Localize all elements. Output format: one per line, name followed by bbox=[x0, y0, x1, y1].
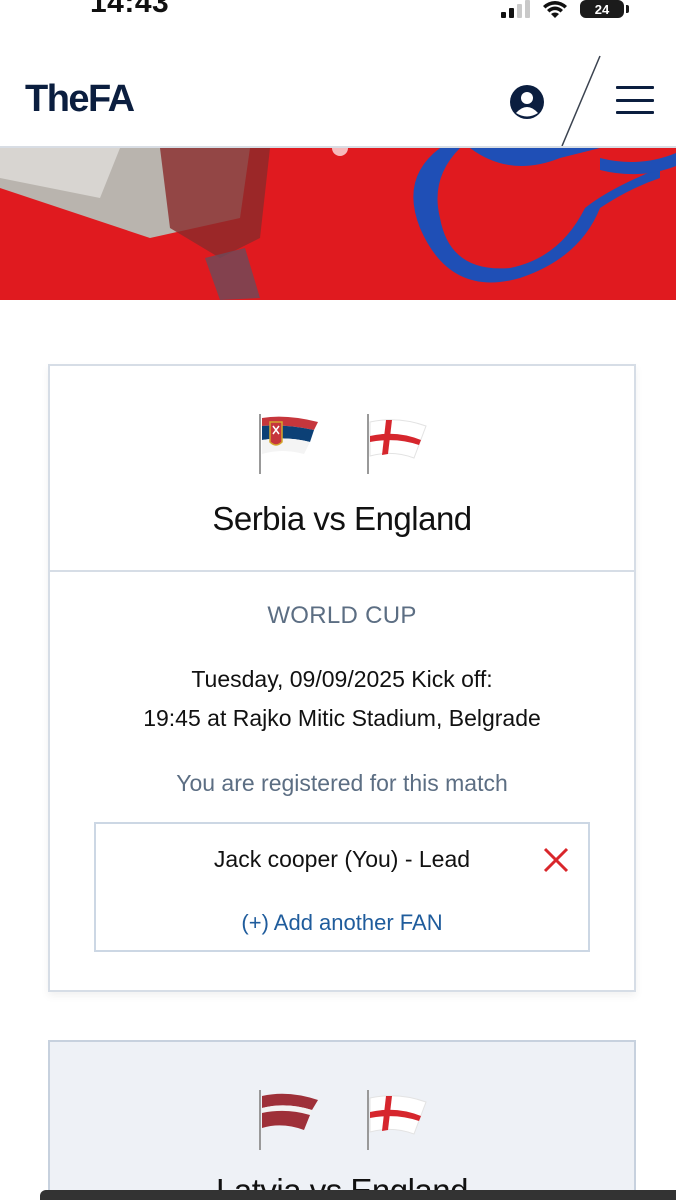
wifi-icon bbox=[543, 1, 567, 18]
fan-list: Jack cooper (You) - Lead (+) Add another… bbox=[94, 822, 590, 952]
header-divider bbox=[561, 55, 601, 146]
england-flag-icon bbox=[367, 414, 427, 474]
account-icon[interactable] bbox=[509, 84, 545, 120]
kickoff-venue: 19:45 at Rajko Mitic Stadium, Belgrade bbox=[143, 705, 541, 731]
fan-name: Jack cooper (You) - Lead bbox=[213, 846, 471, 872]
bottom-toolbar bbox=[40, 1190, 676, 1200]
cellular-signal-icon bbox=[501, 0, 530, 18]
hero-banner bbox=[0, 148, 676, 300]
match-card-header: Serbia vs England bbox=[50, 366, 634, 572]
hero-artwork bbox=[0, 148, 676, 300]
latvia-flag-icon bbox=[259, 1090, 318, 1150]
site-header: TheFA bbox=[0, 50, 676, 148]
competition-label: WORLD CUP bbox=[267, 602, 417, 629]
remove-fan-icon[interactable] bbox=[542, 846, 570, 874]
status-icons: 24 bbox=[501, 0, 629, 20]
battery-icon: 24 bbox=[580, 0, 629, 18]
status-time: 14:43 bbox=[90, 0, 170, 19]
kickoff-date: Tuesday, 09/09/2025 Kick off: bbox=[191, 666, 493, 692]
hamburger-menu-icon[interactable] bbox=[616, 86, 654, 114]
match-card-latvia-england: Latvia vs England bbox=[48, 1040, 636, 1200]
fa-logo[interactable]: TheFA bbox=[25, 78, 135, 121]
registration-status: You are registered for this match bbox=[176, 770, 508, 796]
add-another-fan-link[interactable]: (+) Add another FAN bbox=[96, 910, 588, 936]
england-flag-icon bbox=[367, 1090, 427, 1150]
match-card-serbia-england: Serbia vs England WORLD CUP Tuesday, 09/… bbox=[48, 364, 636, 992]
kickoff-details: Tuesday, 09/09/2025 Kick off: 19:45 at R… bbox=[50, 660, 634, 738]
status-bar: 14:43 24 bbox=[0, 0, 676, 36]
serbia-flag-icon bbox=[259, 414, 318, 474]
match-title: Serbia vs England bbox=[212, 500, 472, 537]
